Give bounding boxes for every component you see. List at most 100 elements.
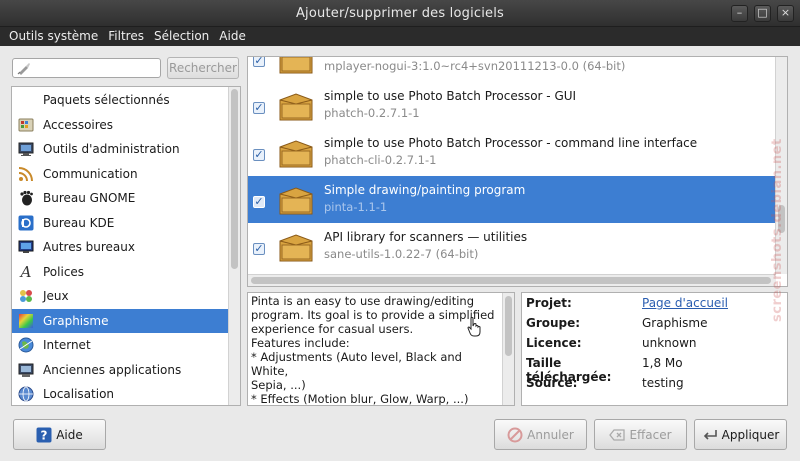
package-version: phatch-0.2.7.1-1: [324, 106, 420, 120]
package-version: mplayer-nogui-3:1.0~rc4+svn20111213-0.0 …: [324, 59, 626, 73]
selected-packages-icon: [17, 91, 35, 109]
category-communication[interactable]: Communication: [12, 162, 229, 186]
window-title: Ajouter/supprimer des logiciels: [295, 6, 505, 21]
help-icon: ?: [36, 427, 52, 443]
search-button[interactable]: Rechercher: [167, 57, 239, 79]
category-scroll-thumb[interactable]: [231, 89, 238, 269]
package-hscrollbar[interactable]: [248, 274, 776, 286]
info-row-groupe: Groupe: Graphisme: [526, 316, 707, 334]
menu-selection[interactable]: Sélection: [149, 27, 214, 46]
app-window: Ajouter/supprimer des logiciels – □ × Ou…: [0, 0, 800, 461]
package-version: sane-utils-1.0.22-7 (64-bit): [324, 247, 479, 261]
package-checkbox[interactable]: ✓: [253, 57, 265, 67]
category-outils-administration[interactable]: Outils d'administration: [12, 137, 229, 161]
homepage-link[interactable]: Page d'accueil: [642, 296, 728, 314]
category-jeux[interactable]: Jeux: [12, 284, 229, 308]
package-box-icon: [279, 57, 313, 74]
legacy-apps-icon: [17, 361, 35, 379]
package-row[interactable]: ✓ simple to use Photo Batch Processor - …: [248, 82, 776, 129]
maximize-icon[interactable]: □: [754, 5, 771, 22]
help-button[interactable]: ? Aide: [13, 419, 106, 450]
package-box-icon: [279, 140, 313, 168]
minimize-icon[interactable]: –: [731, 5, 748, 22]
description-scroll-thumb[interactable]: [505, 296, 512, 356]
hand-cursor-icon: [467, 317, 481, 337]
menu-filtres[interactable]: Filtres: [103, 27, 149, 46]
accessories-icon: [17, 116, 35, 134]
package-name: simple to use Photo Batch Processor - GU…: [324, 89, 577, 103]
description-scrollbar[interactable]: [502, 293, 514, 405]
watermark: screenshots.debian.net: [770, 138, 785, 322]
package-list: ✓ mplayer-nogui-3:1.0~rc4+svn20111213-0.…: [247, 56, 788, 287]
localisation-icon: [17, 385, 35, 403]
package-row[interactable]: ✓ mplayer-nogui-3:1.0~rc4+svn20111213-0.…: [248, 57, 776, 82]
info-value: testing: [642, 376, 684, 390]
info-value: 1,8 Mo: [642, 356, 683, 370]
info-label: Licence:: [526, 336, 582, 350]
info-label: Groupe:: [526, 316, 581, 330]
close-icon[interactable]: ×: [777, 5, 794, 22]
category-bureau-kde[interactable]: Bureau KDE: [12, 211, 229, 235]
menu-outils-systeme[interactable]: Outils système: [4, 27, 103, 46]
clear-icon: [609, 427, 626, 443]
search-input[interactable]: [12, 58, 161, 78]
package-checkbox[interactable]: ✓: [253, 196, 265, 208]
menubar: Outils système Filtres Sélection Aide: [0, 27, 800, 46]
category-paquets-selectionnes[interactable]: Paquets sélectionnés: [12, 88, 229, 112]
package-row[interactable]: ✓ API library for scanners — utilities s…: [248, 223, 776, 270]
package-row[interactable]: ✓ simple to use Photo Batch Processor - …: [248, 129, 776, 176]
description-text: Pinta is an easy to use drawing/editing …: [251, 294, 495, 406]
category-anciennes-applications[interactable]: Anciennes applications: [12, 358, 229, 382]
svg-text:?: ?: [41, 428, 48, 442]
admin-tools-icon: [17, 140, 35, 158]
category-accessoires[interactable]: Accessoires: [12, 113, 229, 137]
package-name: Simple drawing/painting program: [324, 183, 526, 197]
cancel-button[interactable]: Annuler: [494, 419, 587, 450]
apply-icon: [702, 427, 718, 443]
package-box-icon: [279, 234, 313, 262]
package-name: API library for scanners — utilities: [324, 230, 528, 244]
info-row-source: Source: testing: [526, 376, 684, 394]
info-row-taille: Taille téléchargée: 1,8 Mo: [526, 356, 683, 384]
cancel-icon: [507, 427, 523, 443]
info-panel: Projet: Page d'accueil Groupe: Graphisme…: [521, 292, 788, 406]
category-scrollbar[interactable]: [228, 87, 240, 405]
graphics-icon: [17, 312, 35, 330]
category-internet[interactable]: Internet: [12, 333, 229, 357]
package-checkbox[interactable]: ✓: [253, 149, 265, 161]
internet-icon: [17, 336, 35, 354]
communication-icon: [17, 165, 35, 183]
other-desktops-icon: [17, 238, 35, 256]
clear-button[interactable]: Effacer: [594, 419, 687, 450]
info-value: unknown: [642, 336, 697, 350]
info-row-licence: Licence: unknown: [526, 336, 697, 354]
category-list: Paquets sélectionnés Accessoires Outils …: [11, 86, 241, 406]
title-bar[interactable]: Ajouter/supprimer des logiciels – □ ×: [0, 0, 800, 27]
info-row-projet: Projet: Page d'accueil: [526, 296, 728, 314]
info-label: Taille téléchargée:: [526, 356, 612, 384]
package-version: phatch-cli-0.2.7.1-1: [324, 153, 437, 167]
gnome-icon: [17, 189, 35, 207]
category-localisation[interactable]: Localisation: [12, 382, 229, 405]
package-box-icon: [279, 187, 313, 215]
package-checkbox[interactable]: ✓: [253, 243, 265, 255]
games-icon: [17, 287, 35, 305]
description-panel: Pinta is an easy to use drawing/editing …: [247, 292, 515, 406]
category-bureau-gnome[interactable]: Bureau GNOME: [12, 186, 229, 210]
package-row-selected[interactable]: ✓ Simple drawing/painting program pinta-…: [248, 176, 776, 223]
category-autres-bureaux[interactable]: Autres bureaux: [12, 235, 229, 259]
package-box-icon: [279, 93, 313, 121]
apply-button[interactable]: Appliquer: [694, 419, 787, 450]
package-checkbox[interactable]: ✓: [253, 102, 265, 114]
fonts-icon: A: [20, 263, 32, 281]
info-label: Projet:: [526, 296, 572, 310]
package-version: pinta-1.1-1: [324, 200, 388, 214]
package-hscroll-thumb[interactable]: [251, 277, 771, 284]
info-label: Source:: [526, 376, 578, 390]
kde-icon: [17, 214, 35, 232]
category-polices[interactable]: A Polices: [12, 260, 229, 284]
info-value: Graphisme: [642, 316, 708, 330]
search-clear-icon[interactable]: [17, 61, 31, 75]
category-graphisme[interactable]: Graphisme: [12, 309, 229, 333]
menu-aide[interactable]: Aide: [214, 27, 251, 46]
